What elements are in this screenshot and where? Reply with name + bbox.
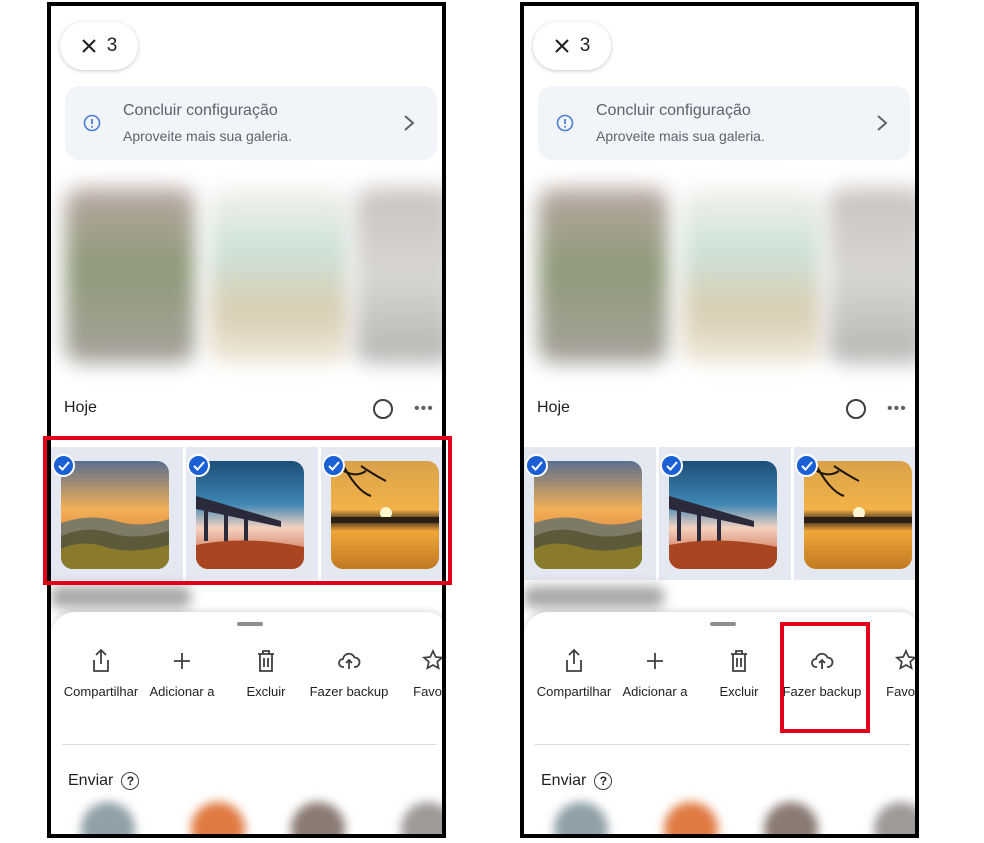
favorite-label: Favorit [413, 684, 446, 699]
bottom-action-sheet: Compartilhar Adicionar a Excluir Fazer b… [51, 612, 446, 834]
avatar[interactable] [291, 802, 345, 834]
sheet-handle[interactable] [237, 622, 263, 626]
favorite-label: Favorit [886, 684, 919, 699]
avatar[interactable] [81, 802, 135, 834]
trash-icon [258, 650, 274, 672]
setup-banner[interactable]: Concluir configuração Aproveite mais sua… [538, 86, 910, 160]
help-icon[interactable]: ? [594, 772, 613, 790]
section-title-today: Hoje [64, 399, 97, 416]
check-icon [795, 454, 818, 477]
share-button[interactable]: Compartilhar [61, 648, 141, 699]
star-icon [421, 648, 442, 670]
close-icon [554, 39, 569, 53]
add-to-label: Adicionar a [622, 684, 688, 699]
blurred-text [524, 586, 664, 608]
phone-screen-left: 3 Concluir configuração Aproveite mais s… [47, 2, 446, 838]
cloud-upload-icon [338, 652, 361, 669]
check-icon [525, 454, 548, 477]
avatar[interactable] [764, 802, 818, 834]
blurred-text [51, 586, 191, 608]
send-section-header: Enviar ? [541, 772, 613, 790]
avatar[interactable] [874, 802, 915, 834]
select-all-circle[interactable] [373, 399, 393, 419]
delete-label: Excluir [246, 684, 286, 699]
banner-title: Concluir configuração [123, 102, 278, 119]
avatar[interactable] [191, 802, 245, 834]
banner-title: Concluir configuração [596, 102, 751, 119]
avatar[interactable] [554, 802, 608, 834]
star-icon [894, 648, 915, 670]
share-icon [566, 648, 582, 672]
close-icon [81, 39, 96, 53]
highlight-selected-photos [43, 436, 452, 585]
close-selection-chip[interactable]: 3 [60, 22, 138, 70]
info-icon [556, 114, 574, 132]
photo-cell[interactable] [659, 447, 791, 580]
avatar[interactable] [664, 802, 718, 834]
trash-icon [731, 650, 747, 672]
check-icon [660, 454, 683, 477]
delete-button[interactable]: Excluir [699, 648, 779, 699]
plus-icon [174, 653, 190, 669]
selected-photos-grid [524, 447, 915, 580]
selection-count: 3 [106, 35, 118, 56]
send-section-header: Enviar ? [68, 772, 140, 790]
more-options-icon[interactable]: ••• [414, 400, 434, 418]
backup-button[interactable]: Fazer backup [309, 648, 389, 699]
send-label: Enviar [541, 772, 587, 789]
photo-mountain-sunrise [534, 461, 642, 569]
divider [535, 744, 910, 745]
share-label: Compartilhar [63, 684, 139, 699]
photo-cell[interactable] [524, 447, 656, 580]
share-button[interactable]: Compartilhar [534, 648, 614, 699]
banner-subtitle: Aproveite mais sua galeria. [596, 128, 765, 144]
section-title-today: Hoje [537, 399, 570, 416]
info-icon [83, 114, 101, 132]
photo-bridge-sunset [669, 461, 777, 569]
highlight-backup-button [780, 622, 870, 733]
chevron-right-icon [877, 115, 888, 131]
favorite-button[interactable]: Favorit [866, 648, 919, 699]
selection-count: 3 [579, 35, 591, 56]
share-label: Compartilhar [536, 684, 612, 699]
backup-label: Fazer backup [309, 684, 389, 699]
send-label: Enviar [68, 772, 114, 789]
blurred-photos-row [51, 180, 442, 370]
delete-label: Excluir [719, 684, 759, 699]
banner-subtitle: Aproveite mais sua galeria. [123, 128, 292, 144]
share-icon [93, 648, 109, 672]
divider [62, 744, 437, 745]
help-icon[interactable]: ? [121, 772, 140, 790]
sheet-handle[interactable] [710, 622, 736, 626]
chevron-right-icon [404, 115, 415, 131]
delete-button[interactable]: Excluir [226, 648, 306, 699]
blurred-photos-row [524, 180, 915, 370]
favorite-button[interactable]: Favorit [393, 648, 446, 699]
more-options-icon[interactable]: ••• [887, 400, 907, 418]
avatar[interactable] [401, 802, 442, 834]
add-to-button[interactable]: Adicionar a [142, 648, 222, 699]
setup-banner[interactable]: Concluir configuração Aproveite mais sua… [65, 86, 437, 160]
select-all-circle[interactable] [846, 399, 866, 419]
add-to-label: Adicionar a [149, 684, 215, 699]
close-selection-chip[interactable]: 3 [533, 22, 611, 70]
add-to-button[interactable]: Adicionar a [615, 648, 695, 699]
photo-cell[interactable] [794, 447, 915, 580]
photo-lake-sunset [804, 461, 912, 569]
plus-icon [647, 653, 663, 669]
